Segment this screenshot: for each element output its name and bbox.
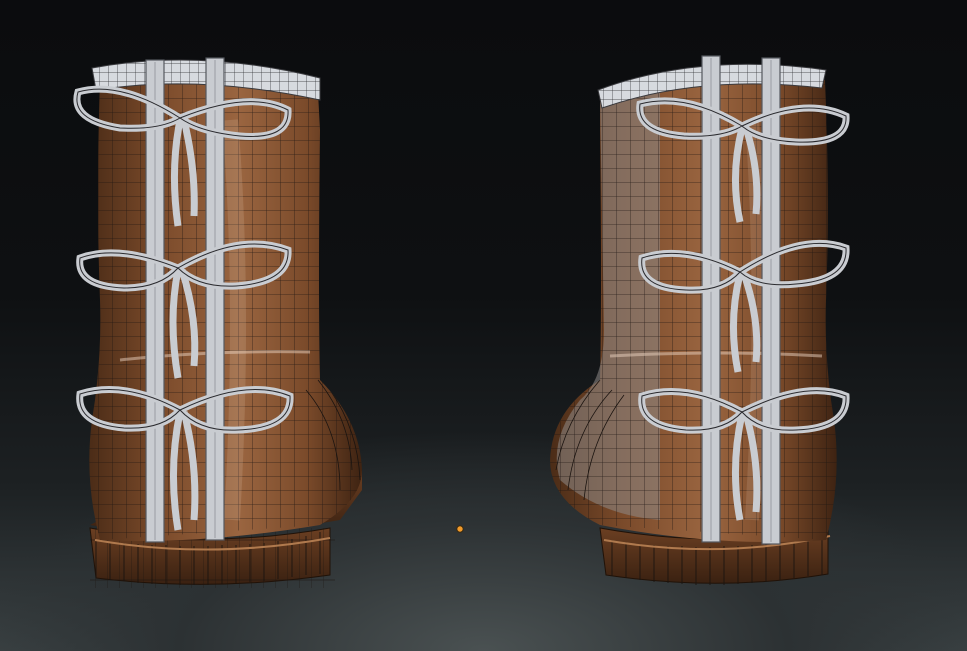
right-boot[interactable] xyxy=(540,55,850,585)
scene-canvas xyxy=(73,55,850,588)
left-boot[interactable] xyxy=(73,57,380,588)
3d-viewport[interactable] xyxy=(0,0,967,651)
origin-point-icon xyxy=(456,525,464,533)
